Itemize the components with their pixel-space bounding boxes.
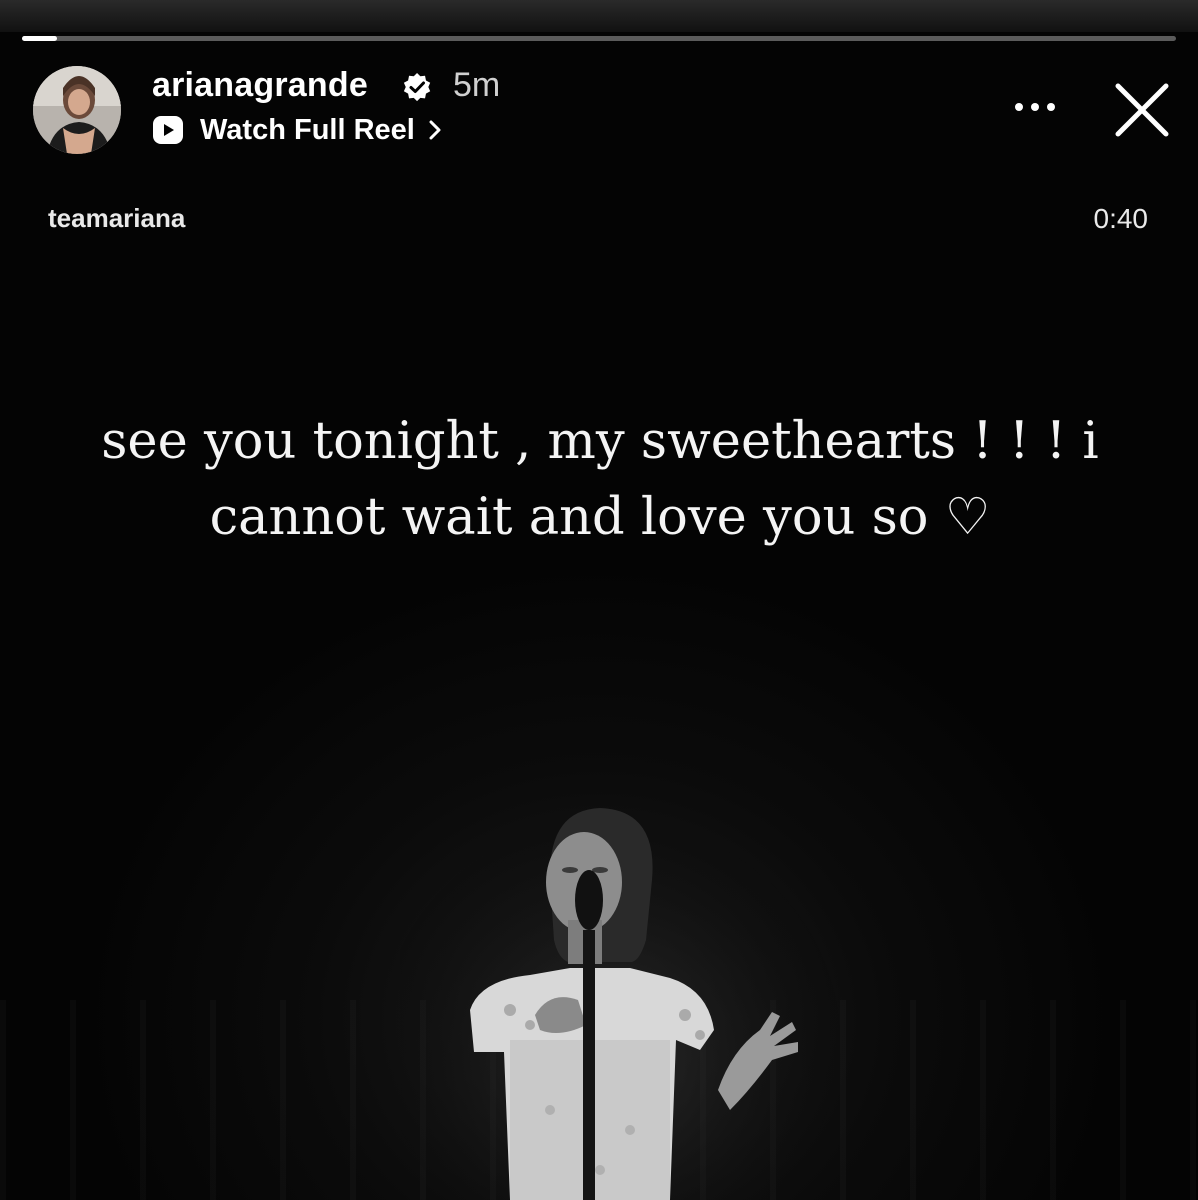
profile-avatar[interactable] — [33, 66, 121, 154]
chevron-right-icon — [429, 120, 441, 140]
verified-badge-icon — [403, 72, 431, 102]
post-timestamp: 5m — [453, 66, 501, 104]
watch-full-reel-label: Watch Full Reel — [200, 113, 415, 146]
watch-full-reel-link[interactable]: Watch Full Reel — [152, 110, 443, 150]
story-progress-bar — [22, 36, 1176, 41]
reel-caption: see you tonight , my sweethearts ! ! ! i… — [60, 404, 1140, 556]
profile-photo-icon — [33, 66, 121, 154]
close-icon[interactable] — [1108, 76, 1176, 144]
caption-line-2: cannot wait and love you so ♡ — [209, 488, 991, 547]
story-progress-fill — [22, 36, 57, 41]
reel-source-account[interactable]: teamariana — [48, 203, 185, 234]
performer-image — [400, 808, 840, 1200]
top-status-area — [0, 0, 1198, 32]
reel-play-icon — [153, 116, 183, 144]
story-viewer[interactable]: arianagrande 5m Watch Full Reel teamaria… — [0, 0, 1198, 1200]
caption-line-1: see you tonight , my sweethearts ! ! ! i — [101, 412, 1099, 471]
username[interactable]: arianagrande — [152, 66, 368, 105]
more-icon[interactable] — [1010, 92, 1060, 122]
reel-duration: 0:40 — [1093, 203, 1149, 234]
